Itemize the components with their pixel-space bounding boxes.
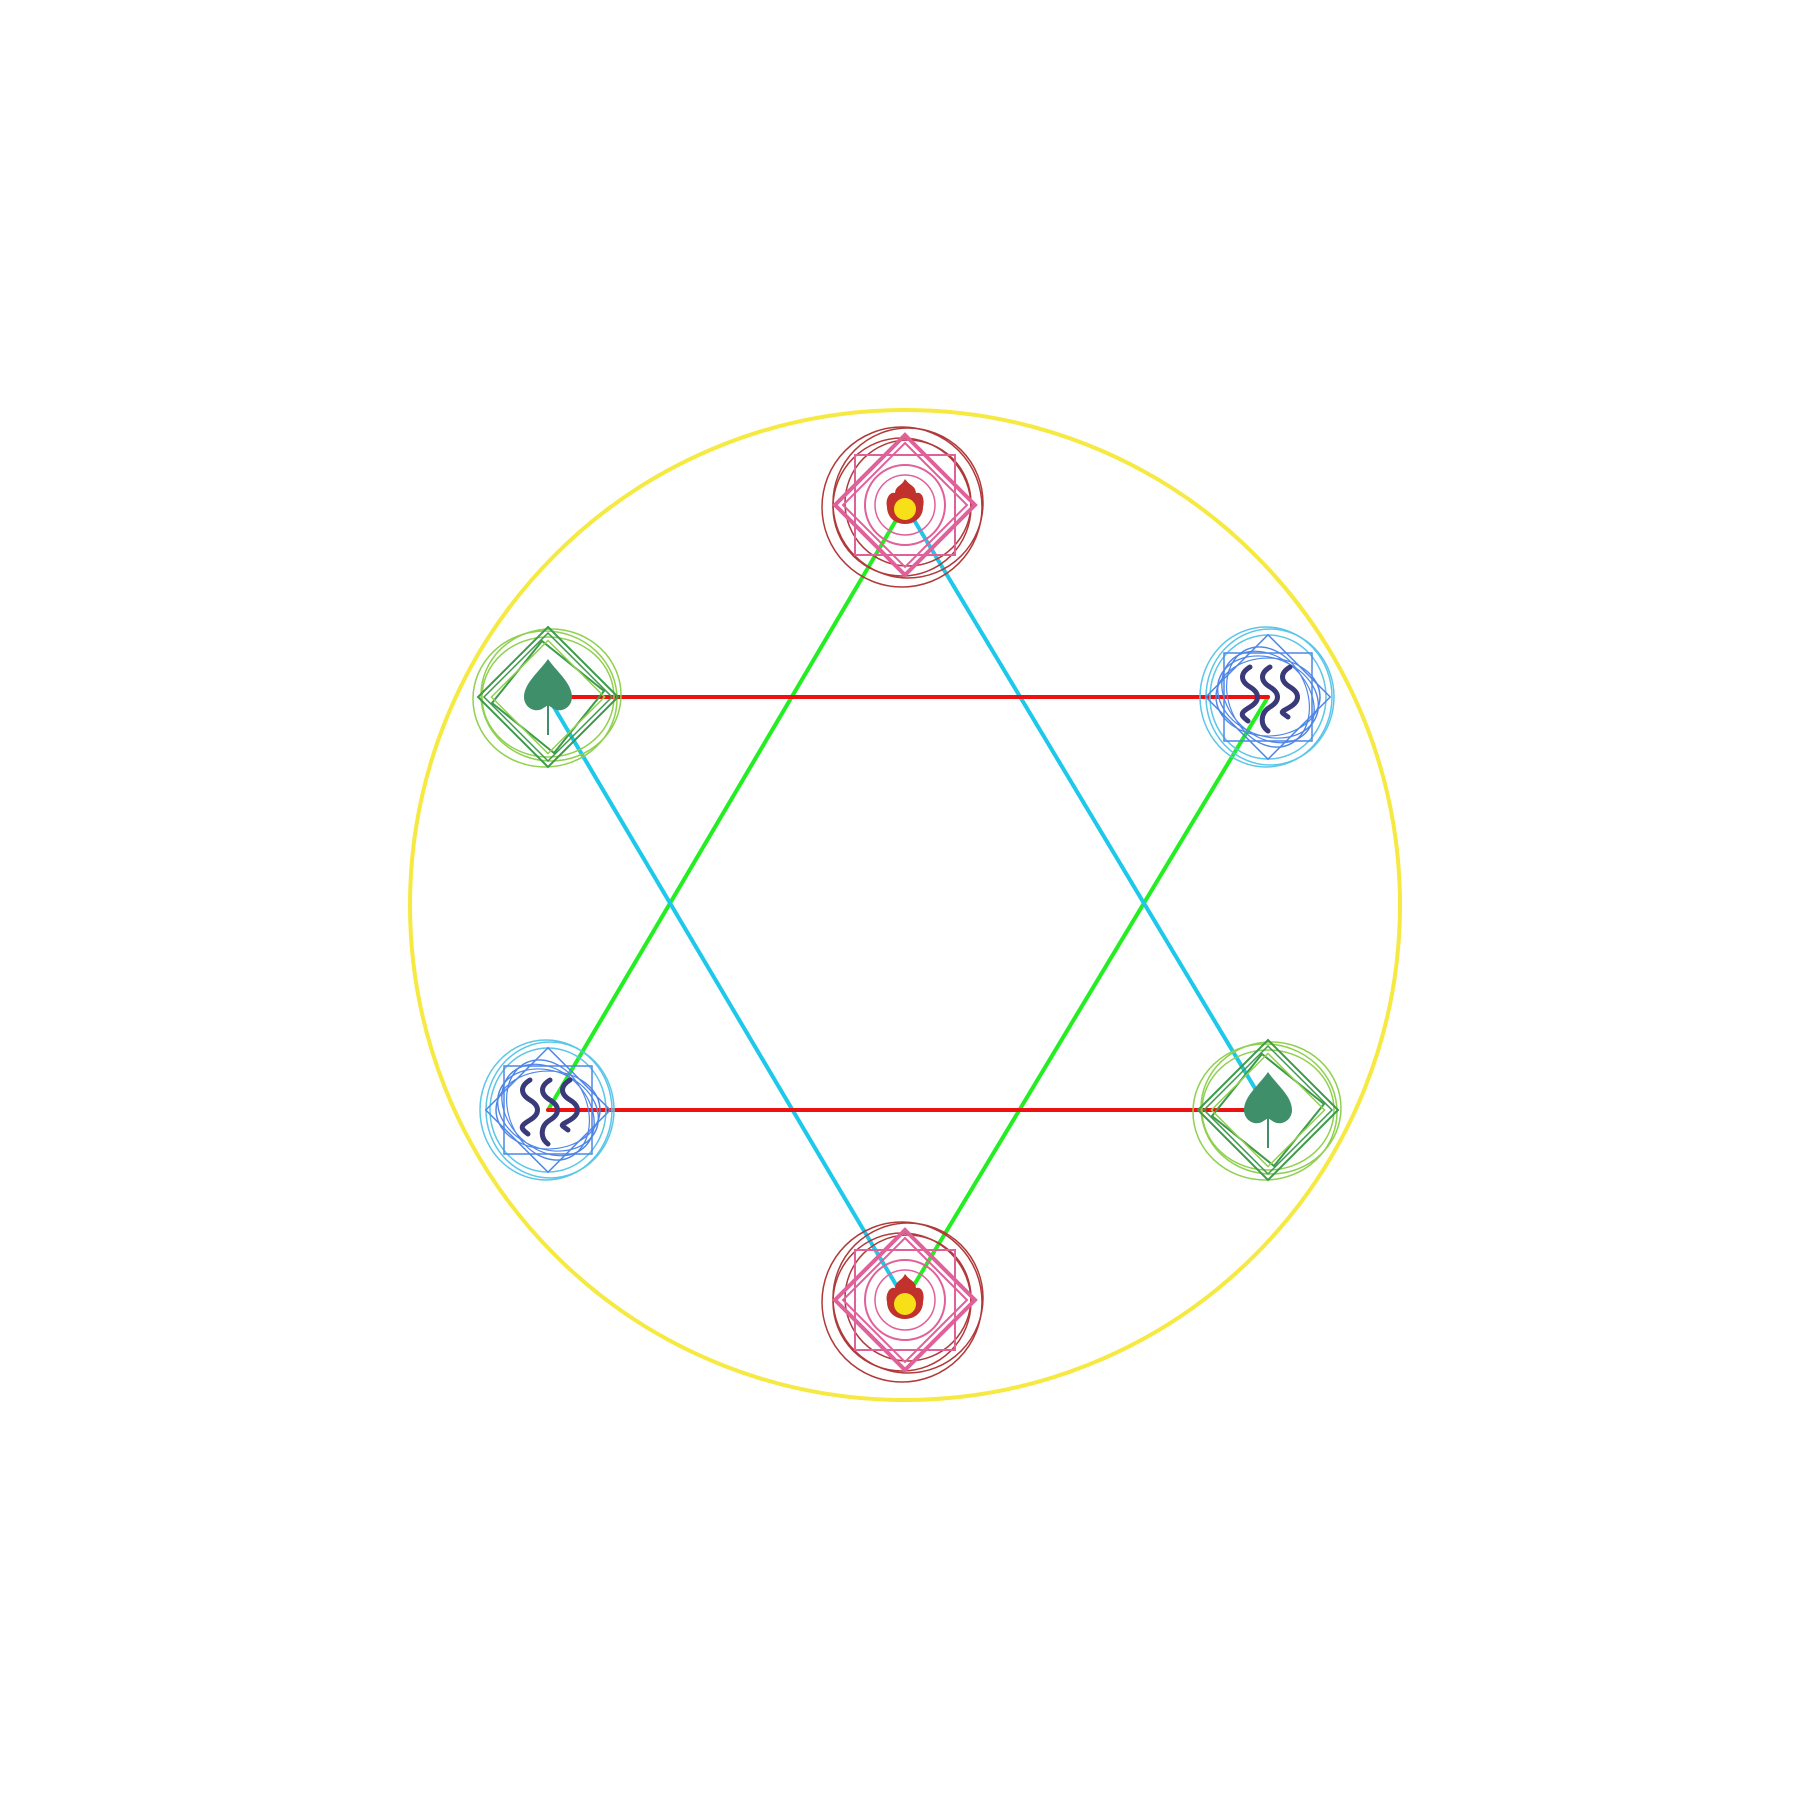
connection-line xyxy=(903,695,1270,1302)
node-earth-upper-left xyxy=(472,625,622,769)
hexagram-diagram xyxy=(408,408,1402,1402)
nodes-layer xyxy=(472,426,1342,1383)
outer-ring xyxy=(408,408,1402,1402)
node-fire-top xyxy=(821,426,984,588)
connection-line xyxy=(546,503,907,1112)
node-fire-bottom xyxy=(821,1221,984,1383)
connections-layer xyxy=(546,503,1270,1302)
flame-icon xyxy=(886,479,924,524)
connection-line xyxy=(903,503,1270,1112)
connection-line xyxy=(546,695,907,1302)
